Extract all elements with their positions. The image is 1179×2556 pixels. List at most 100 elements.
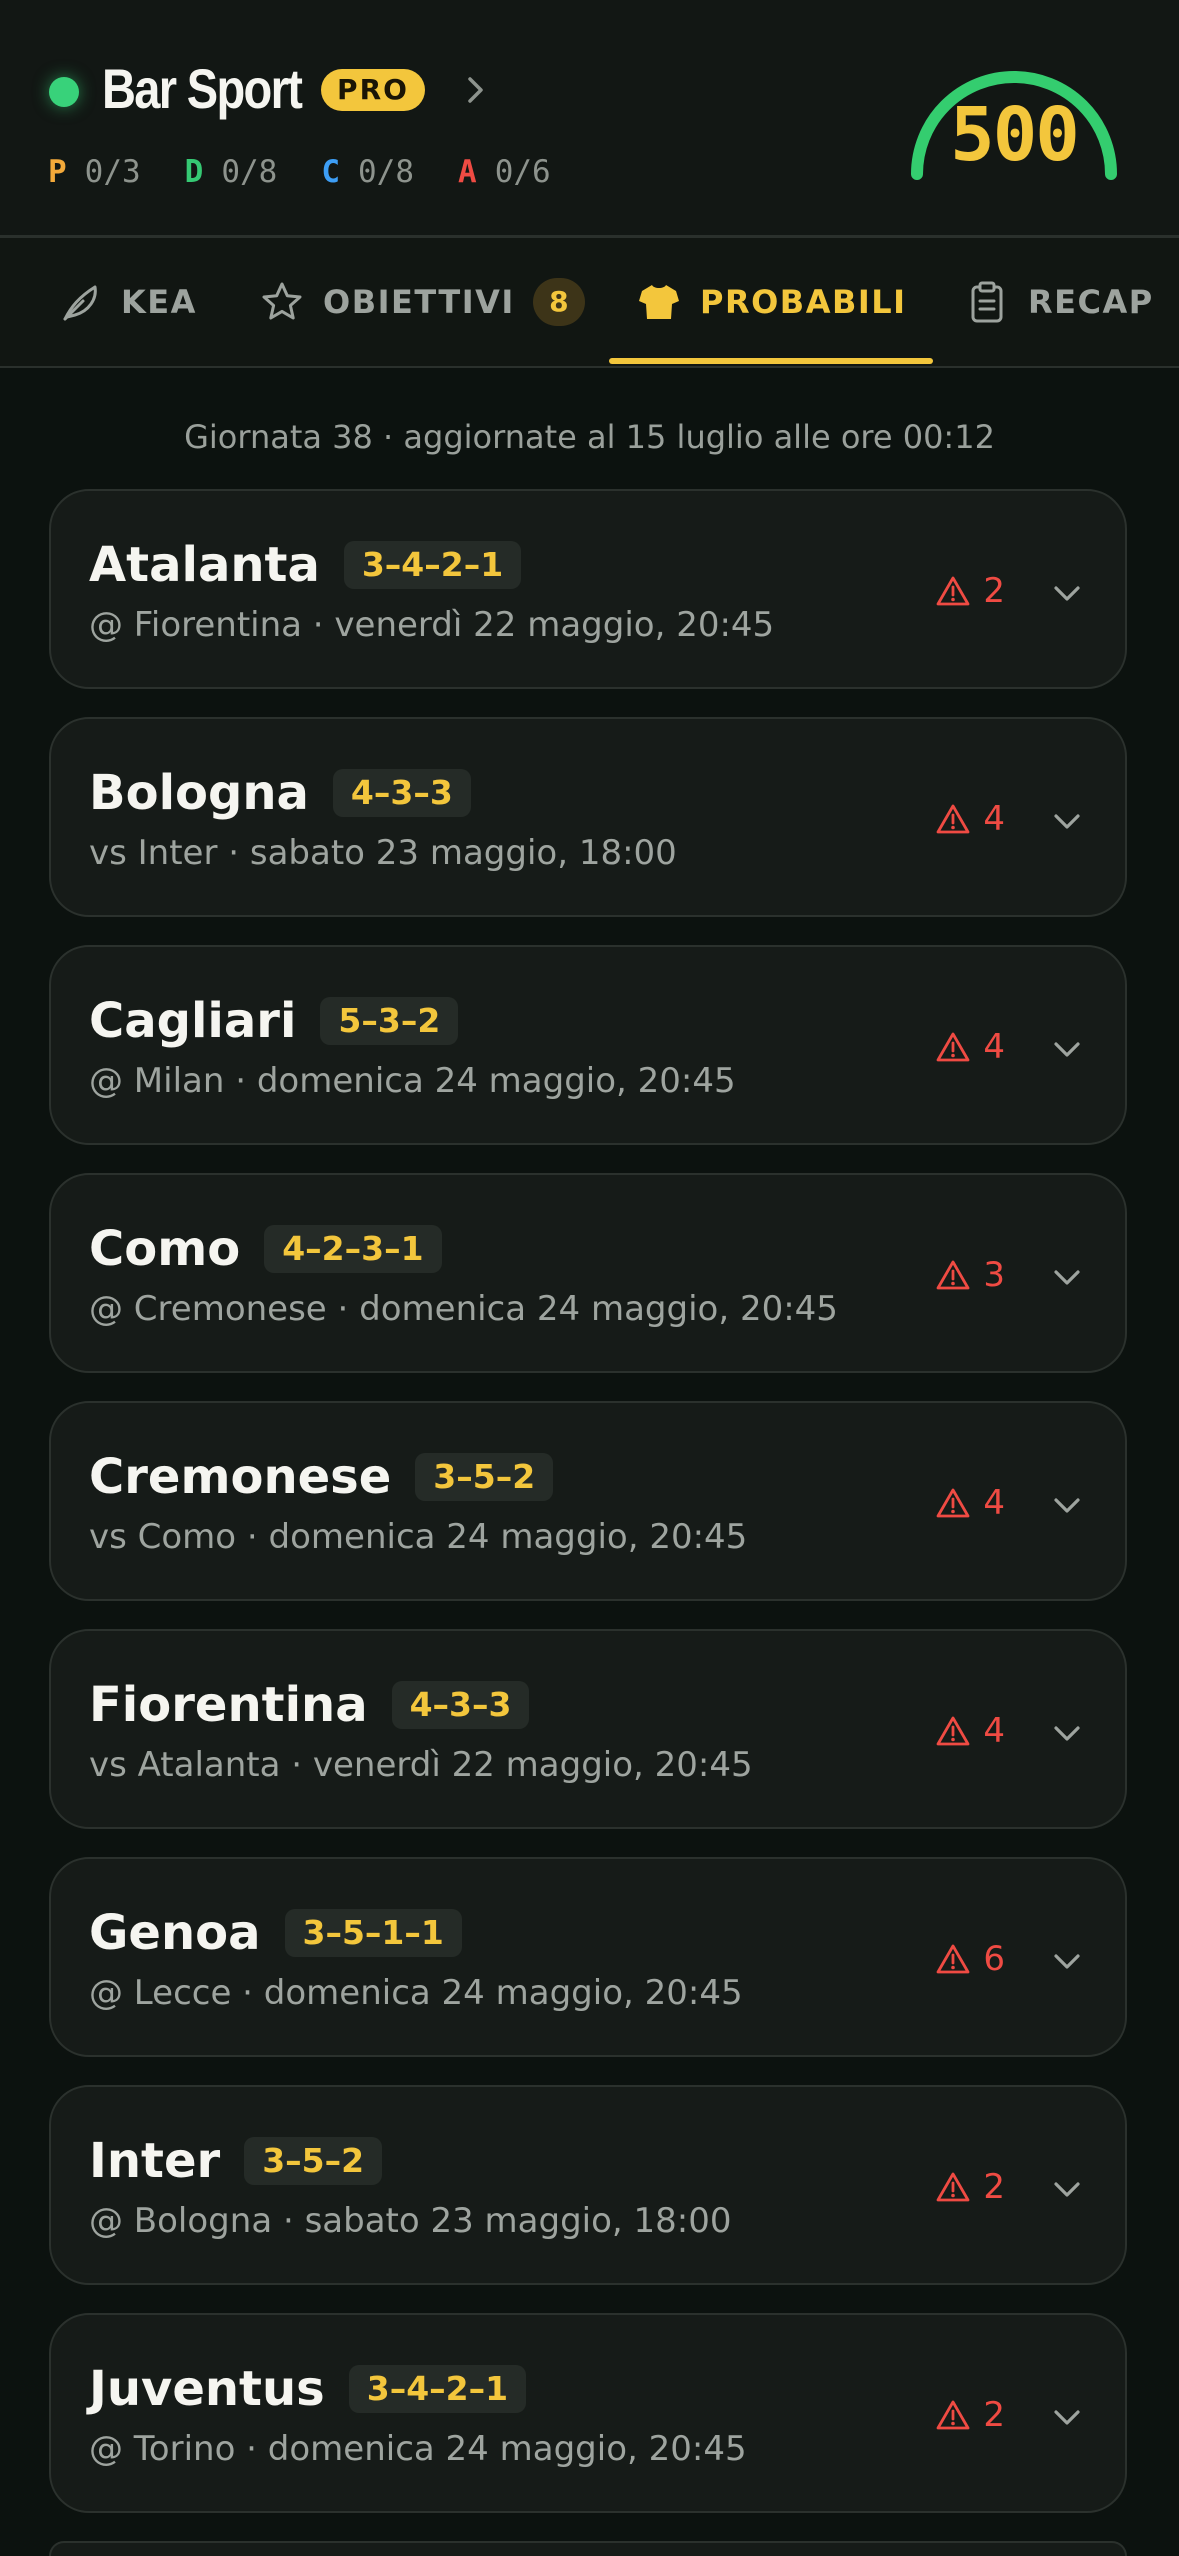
formation-badge: 4–3–3 [391,1681,530,1729]
formation-badge: 3–5–2 [415,1453,554,1501]
warning-icon [936,1260,970,1290]
warning-icon [936,1032,970,1062]
chevron-down-icon[interactable] [1047,1713,1087,1753]
alert-indicator: 2 [935,2163,1005,2211]
role-counters: P 0/3 D 0/8 C 0/8 A 0/6 [48,152,595,192]
tabs-divider [0,366,1179,368]
formation-badge: 3–5–1–1 [284,1909,462,1957]
alert-count: 3 [983,1255,1005,1295]
match-info: @ Cremonese · domenica 24 maggio, 20:45 [89,1289,838,1329]
role-letter: C [321,154,341,190]
team-header: Juventus 3–4–2–1 [89,2359,527,2419]
alert-indicator: 3 [935,1251,1005,1299]
team-card-cagliari[interactable]: Cagliari 5–3–2 @ Milan · domenica 24 mag… [49,945,1127,1145]
team-card-cremonese[interactable]: Cremonese 3–5–2 vs Como · domenica 24 ma… [49,1401,1127,1601]
team-header: Como 4–2–3–1 [89,1219,442,1279]
chevron-right-icon[interactable] [455,70,495,110]
warning-icon [936,1488,970,1518]
role-counter-midfielders: C 0/8 [321,154,414,190]
team-card-fiorentina[interactable]: Fiorentina 4–3–3 vs Atalanta · venerdì 2… [49,1629,1127,1829]
team-header: Genoa 3–5–1–1 [89,1903,462,1963]
warning-icon [936,576,970,606]
alert-indicator: 4 [935,795,1005,843]
tab-label: RECAP [1028,283,1154,321]
alert-indicator: 6 [935,1935,1005,1983]
tab-probabili[interactable]: PROBABILI [636,238,907,366]
formation-badge: 4–2–3–1 [264,1225,442,1273]
chevron-down-icon[interactable] [1047,801,1087,841]
feather-icon [63,285,97,321]
role-value: 0/6 [494,154,551,190]
match-info: @ Torino · domenica 24 maggio, 20:45 [89,2429,747,2469]
match-info: vs Inter · sabato 23 maggio, 18:00 [89,833,677,873]
chevron-down-icon[interactable] [1047,2397,1087,2437]
team-name: Como [89,1221,241,1277]
team-name: Atalanta [89,537,320,593]
tab-label: PROBABILI [700,283,907,321]
alert-indicator: 4 [935,1023,1005,1071]
budget-value: 500 [950,92,1080,178]
online-status-dot [49,77,79,107]
match-info: vs Atalanta · venerdì 22 maggio, 20:45 [89,1745,753,1785]
alert-indicator: 4 [935,1707,1005,1755]
tab-label: KEA [121,283,197,321]
formation-badge: 3–4–2–1 [343,541,522,589]
team-card-atalanta[interactable]: Atalanta 3–4–2–1 @ Fiorentina · venerdì … [49,489,1127,689]
clipboard-icon [971,281,1003,323]
alert-count: 4 [983,799,1005,839]
tab-obiettivi[interactable]: OBIETTIVI 8 [259,238,585,366]
warning-icon [936,2172,970,2202]
team-name: Cagliari [89,993,297,1049]
formation-badge: 3–5–2 [244,2137,383,2185]
match-info: @ Fiorentina · venerdì 22 maggio, 20:45 [89,605,775,645]
role-letter: P [48,154,67,190]
team-header: Fiorentina 4–3–3 [89,1675,530,1735]
match-info: @ Lecce · domenica 24 maggio, 20:45 [89,1973,743,2013]
active-tab-indicator [609,358,933,364]
match-info: @ Bologna · sabato 23 maggio, 18:00 [89,2201,732,2241]
league-name[interactable]: Bar Sport [102,52,303,126]
team-header: Atalanta 3–4–2–1 [89,535,522,595]
alert-count: 2 [983,2167,1005,2207]
team-card-genoa[interactable]: Genoa 3–5–1–1 @ Lecce · domenica 24 magg… [49,1857,1127,2057]
role-counter-forwards: A 0/6 [458,154,551,190]
team-card-como[interactable]: Como 4–2–3–1 @ Cremonese · domenica 24 m… [49,1173,1127,1373]
alert-indicator: 2 [935,2391,1005,2439]
objectives-count-badge: 8 [532,278,585,326]
tab-recap[interactable]: RECAP [964,238,1154,366]
warning-icon [936,1716,970,1746]
team-card-bologna[interactable]: Bologna 4–3–3 vs Inter · sabato 23 maggi… [49,717,1127,917]
role-value: 0/8 [221,154,278,190]
team-name: Bologna [89,765,309,821]
alert-indicator: 4 [935,1479,1005,1527]
chevron-down-icon[interactable] [1047,573,1087,613]
chevron-down-icon[interactable] [1047,1029,1087,1069]
role-counter-defenders: D 0/8 [185,154,278,190]
chevron-down-icon[interactable] [1047,2169,1087,2209]
chevron-down-icon[interactable] [1047,1941,1087,1981]
team-header: Inter 3–5–2 [89,2131,383,2191]
team-card-next-partial[interactable] [49,2541,1127,2556]
warning-icon [936,2400,970,2430]
tab-bar: KEA OBIETTIVI 8 PROBABILI RECAP [0,238,1179,366]
chevron-down-icon[interactable] [1047,1485,1087,1525]
team-name: Juventus [89,2361,325,2417]
alert-count: 6 [983,1939,1005,1979]
alert-count: 4 [983,1483,1005,1523]
role-value: 0/3 [84,154,141,190]
chevron-down-icon[interactable] [1047,1257,1087,1297]
tab-kea[interactable]: KEA [57,238,197,366]
shirt-icon [639,285,679,319]
league-header: Bar Sport PRO P 0/3 D 0/8 C 0/8 A 0/6 50… [0,0,1179,235]
team-card-inter[interactable]: Inter 3–5–2 @ Bologna · sabato 23 maggio… [49,2085,1127,2285]
team-card-juventus[interactable]: Juventus 3–4–2–1 @ Torino · domenica 24 … [49,2313,1127,2513]
formation-badge: 4–3–3 [332,769,471,817]
team-name: Fiorentina [89,1677,368,1733]
warning-icon [936,804,970,834]
update-info: Giornata 38 · aggiornate al 15 luglio al… [184,418,995,456]
role-value: 0/8 [358,154,415,190]
team-header: Cremonese 3–5–2 [89,1447,554,1507]
role-letter: A [458,154,477,190]
warning-icon [936,1944,970,1974]
star-icon [262,282,302,320]
